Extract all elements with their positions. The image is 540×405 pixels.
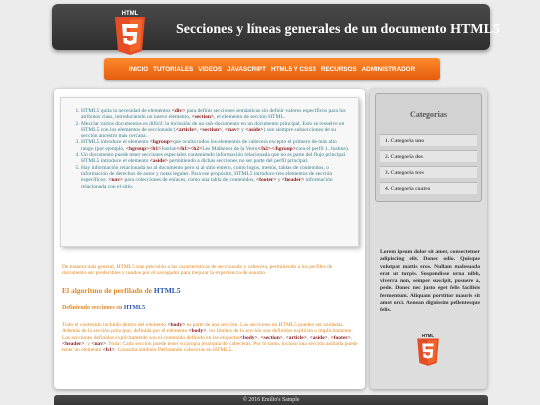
main-nav: INICIO TUTORIALES VIDEOS JAVASCRIPT HTML… [104, 58, 440, 80]
categories-title: Categorias [410, 110, 447, 119]
html-tag-token: <h2> [190, 145, 203, 152]
nav-item-administrador[interactable]: ADMINISTRADOR [362, 66, 416, 73]
html-tag-token: <section> [199, 126, 223, 133]
html-tag-token: <article> [285, 334, 307, 341]
nav-item-tutoriales[interactable]: TUTORIALES [153, 66, 193, 73]
list-item: Mezclar varios documentos es difícil: la… [81, 121, 350, 140]
nav-item-videos[interactable]: VIDEOS [198, 66, 222, 73]
html-tag-token: <aside> [309, 334, 328, 341]
sub-heading-highlight: HTML5 [123, 305, 146, 311]
html-tag-token: <footer> [330, 334, 351, 341]
list-item: HTML5 quita la necesidad de elementos <d… [81, 108, 350, 121]
nav-item-recursos[interactable]: RECURSOS [321, 66, 357, 73]
html-tag-token: <h1> [149, 145, 162, 152]
html-tag-token: <nav> [224, 126, 240, 133]
intro-list: HTML5 quita la necesidad de elementos <d… [69, 108, 350, 190]
sub-heading: Definiendo secciones en HTML5 [62, 305, 145, 311]
html-tag-token: <header> [281, 177, 305, 184]
html-tag-token: </hgroup> [271, 145, 296, 152]
body-paragraph: Todo el contenido incluido dentro del el… [62, 322, 358, 354]
html5-logo: HTML [417, 333, 439, 366]
html-tag-token: <body> [239, 334, 258, 341]
nav-item-javascript[interactable]: JAVASCRIPT [227, 66, 266, 73]
html-tag-token: <body> [188, 328, 207, 335]
html-tag-token: <article> [175, 126, 197, 133]
categories-box: Categorias 1. Categoria uno 2. Categoria… [375, 93, 482, 202]
nav-item-html5-css3[interactable]: HTML5 Y CSS3 [271, 66, 316, 73]
html-tag-token: </h1> [176, 145, 191, 152]
sub-heading-prefix: Definiendo secciones en [62, 305, 123, 311]
list-item: HTML5 introduce el elemento <hgroup>que … [81, 139, 350, 152]
html5-logo: HTML [115, 11, 145, 55]
section-heading-highlight: HTML5 [153, 286, 181, 295]
sidebar: Categorias 1. Categoria uno 2. Categoria… [370, 89, 487, 389]
html-tag-token: </h2> [257, 145, 272, 152]
nav-item-inicio[interactable]: INICIO [129, 66, 148, 73]
html-tag-token: <section> [191, 114, 215, 121]
html-tag-token: <aside> [245, 126, 264, 133]
html-tag-token: <hgroup> [125, 145, 150, 152]
list-item: Un documento puede tener secciones espec… [81, 152, 350, 165]
sidebar-text: Lorem ipsum dolor sit amet, consectetuer… [380, 249, 480, 314]
sidebar-item-categoria-uno[interactable]: 1. Categoria uno [380, 134, 477, 146]
html-tag-token: <nav> [91, 340, 107, 347]
html-tag-token: <aside> [149, 158, 168, 165]
html-tag-token: <section> [260, 334, 283, 341]
html-tag-token: <h1> [102, 347, 115, 354]
html-tag-token: <body> [167, 322, 186, 328]
summary-paragraph: De manera más general, HTML5 trae precis… [62, 264, 333, 277]
sidebar-item-categoria-tres[interactable]: 3. Categoria tres [380, 166, 477, 178]
section-heading: El algoritmo de perfilado de HTML5 [62, 286, 181, 295]
svg-text:HTML: HTML [122, 11, 139, 17]
site-footer: © 2016 Emilio's Sample [54, 395, 488, 405]
html-tag-token: <div> [171, 108, 186, 114]
main-content: HTML5 quita la necesidad de elementos <d… [54, 89, 365, 389]
list-item: Hay información relacionada no al docume… [81, 165, 350, 190]
html-tag-token: <footer> [256, 177, 277, 184]
html-tag-token: <header> [62, 340, 85, 347]
page-title: Secciones y líneas generales de un docum… [176, 22, 500, 37]
svg-text:HTML: HTML [422, 333, 434, 338]
sidebar-item-categoria-cuatro[interactable]: 4. Categoria cuatro [380, 182, 477, 194]
intro-box: HTML5 quita la necesidad de elementos <d… [60, 97, 359, 247]
sidebar-item-categoria-dos[interactable]: 2. Categoria dos [380, 150, 477, 162]
html-tag-token: <nav> [108, 177, 124, 184]
section-heading-prefix: El algoritmo de perfilado de [62, 286, 152, 295]
html-tag-token: <hgroup> [149, 139, 174, 146]
site-header: HTML Secciones y líneas generales de un … [52, 4, 500, 55]
